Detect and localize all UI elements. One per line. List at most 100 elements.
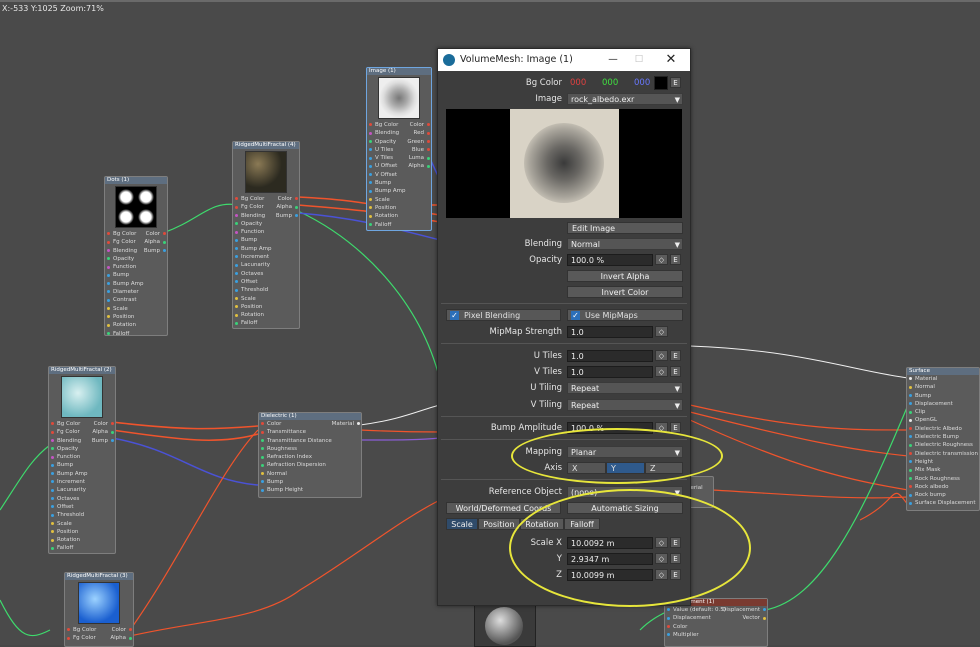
u-tiles-e-button[interactable]: E: [670, 350, 681, 361]
input-port[interactable]: Rock albedo: [907, 483, 979, 491]
input-port[interactable]: Lacunarity: [233, 261, 299, 269]
input-port[interactable]: Normal: [907, 383, 979, 391]
input-port[interactable]: Bump: [105, 271, 167, 279]
input-port[interactable]: Dielectric Roughness: [907, 441, 979, 449]
input-port[interactable]: Normal: [259, 470, 361, 478]
input-port[interactable]: Offset: [233, 278, 299, 286]
input-port[interactable]: Rotation: [105, 321, 167, 329]
tab-rotation[interactable]: Rotation: [520, 518, 564, 530]
scale-x-field[interactable]: 10.0092 m: [567, 537, 653, 549]
input-port[interactable]: Blending: [49, 437, 115, 445]
invert-alpha-button[interactable]: Invert Alpha: [567, 270, 683, 282]
input-port[interactable]: Falloff: [105, 330, 167, 338]
input-port[interactable]: V Offset: [367, 171, 431, 179]
input-port[interactable]: Function: [105, 263, 167, 271]
opacity-envelope-icon[interactable]: ◇: [655, 254, 668, 265]
input-port[interactable]: Scale: [233, 295, 299, 303]
input-port[interactable]: Blending: [367, 129, 431, 137]
node-surface[interactable]: Surface Material Normal Bump Displacement Cl…: [906, 367, 980, 511]
input-port[interactable]: Diameter: [105, 288, 167, 296]
world-deformed-coords-button[interactable]: World/Deformed Coords: [446, 502, 561, 514]
input-port[interactable]: Material: [907, 375, 979, 383]
bg-color-g[interactable]: 000: [602, 78, 618, 88]
input-port[interactable]: OpenGL: [907, 416, 979, 424]
scale-z-e-button[interactable]: E: [670, 569, 681, 580]
mipmap-strength-field[interactable]: 1.0: [567, 326, 653, 338]
input-port[interactable]: Rock Roughness: [907, 475, 979, 483]
input-port[interactable]: Blending: [105, 247, 167, 255]
node-dielectric-1[interactable]: Dielectric (1) Material Color Transmittan…: [258, 412, 362, 498]
input-port[interactable]: Octaves: [233, 270, 299, 278]
pixel-blending-checkbox[interactable]: ✓ Pixel Blending: [446, 309, 561, 321]
input-port[interactable]: Rotation: [49, 536, 115, 544]
input-port[interactable]: Mix Mask: [907, 466, 979, 474]
input-port[interactable]: Position: [233, 303, 299, 311]
input-port[interactable]: Rotation: [233, 311, 299, 319]
node-ridged-multifractal-2[interactable]: RidgedMultiFractal (2) Color Alpha Bump Bg…: [48, 366, 116, 554]
bump-amplitude-field[interactable]: 100.0 %: [567, 422, 653, 434]
u-tiles-field[interactable]: 1.0: [567, 350, 653, 362]
input-port[interactable]: Refraction Index: [259, 453, 361, 461]
input-port[interactable]: Color: [259, 420, 361, 428]
input-port[interactable]: Multiplier: [665, 631, 767, 639]
bump-envelope-icon[interactable]: ◇: [655, 422, 668, 433]
input-port[interactable]: Octaves: [49, 495, 115, 503]
axis-z-button[interactable]: Z: [645, 462, 683, 474]
scale-x-e-button[interactable]: E: [670, 537, 681, 548]
input-port[interactable]: Fg Color: [233, 203, 299, 211]
v-tiles-field[interactable]: 1.0: [567, 366, 653, 378]
bg-color-b[interactable]: 000: [634, 78, 650, 88]
input-port[interactable]: Bg Color: [367, 121, 431, 129]
input-port[interactable]: Scale: [367, 196, 431, 204]
input-port[interactable]: Bg Color: [49, 420, 115, 428]
mapping-select[interactable]: Planar ▼: [567, 446, 683, 458]
input-port[interactable]: Displacement: [907, 400, 979, 408]
input-port[interactable]: Bump Height: [259, 486, 361, 494]
bump-e-button[interactable]: E: [670, 422, 681, 433]
axis-y-button[interactable]: Y: [606, 462, 645, 474]
edit-image-button[interactable]: Edit Image: [567, 222, 683, 234]
scale-y-field[interactable]: 2.9347 m: [567, 553, 653, 565]
image-properties-dialog[interactable]: VolumeMesh: Image (1) — ☐ ✕ Bg Color 000…: [437, 48, 691, 606]
input-port[interactable]: Increment: [49, 478, 115, 486]
v-tiles-envelope-icon[interactable]: ◇: [655, 366, 668, 377]
node-ridged-multifractal-3[interactable]: RidgedMultiFractal (3) Color Alpha Bg Col…: [64, 572, 134, 647]
u-tiles-envelope-icon[interactable]: ◇: [655, 350, 668, 361]
input-port[interactable]: Height: [907, 458, 979, 466]
input-port[interactable]: Fg Color: [49, 428, 115, 436]
scale-y-e-button[interactable]: E: [670, 553, 681, 564]
input-port[interactable]: Contrast: [105, 296, 167, 304]
tab-scale[interactable]: Scale: [446, 518, 478, 530]
input-port[interactable]: Refraction Dispersion: [259, 461, 361, 469]
input-port[interactable]: Falloff: [367, 221, 431, 229]
opacity-field[interactable]: 100.0 %: [567, 254, 653, 266]
input-port[interactable]: Bg Color: [105, 230, 167, 238]
input-port[interactable]: Opacity: [49, 445, 115, 453]
input-port[interactable]: Threshold: [233, 286, 299, 294]
automatic-sizing-button[interactable]: Automatic Sizing: [567, 502, 683, 514]
node-image-1[interactable]: Image (1) Color Red Green Blue Luma Alpha Bg …: [366, 67, 432, 231]
input-port[interactable]: Fg Color: [105, 238, 167, 246]
input-port[interactable]: Bump Amp: [367, 187, 431, 195]
input-port[interactable]: Opacity: [233, 220, 299, 228]
input-port[interactable]: Bump: [907, 392, 979, 400]
input-port[interactable]: Position: [105, 313, 167, 321]
u-tiling-select[interactable]: Repeat ▼: [567, 382, 683, 394]
input-port[interactable]: Transmittance: [259, 428, 361, 436]
input-port[interactable]: Surface Displacement: [907, 499, 979, 507]
input-port[interactable]: Dielectric transmission: [907, 450, 979, 458]
input-port[interactable]: Fg Color: [65, 634, 133, 642]
node-ridged-multifractal-4[interactable]: RidgedMultiFractal (4) Color Alpha Bump Bg…: [232, 141, 300, 329]
close-icon[interactable]: ✕: [660, 49, 682, 71]
input-port[interactable]: Bump Amp: [105, 280, 167, 288]
input-port[interactable]: U Offset: [367, 162, 431, 170]
bg-color-r[interactable]: 000: [570, 78, 586, 88]
input-port[interactable]: U Tiles: [367, 146, 431, 154]
input-port[interactable]: Function: [233, 228, 299, 236]
bg-color-envelope-button[interactable]: E: [670, 77, 681, 88]
axis-x-button[interactable]: X: [567, 462, 606, 474]
input-port[interactable]: Opacity: [105, 255, 167, 263]
blending-select[interactable]: Normal ▼: [567, 238, 683, 250]
scale-z-field[interactable]: 10.0099 m: [567, 569, 653, 581]
input-port[interactable]: Value (default: 0.5): [665, 606, 767, 614]
